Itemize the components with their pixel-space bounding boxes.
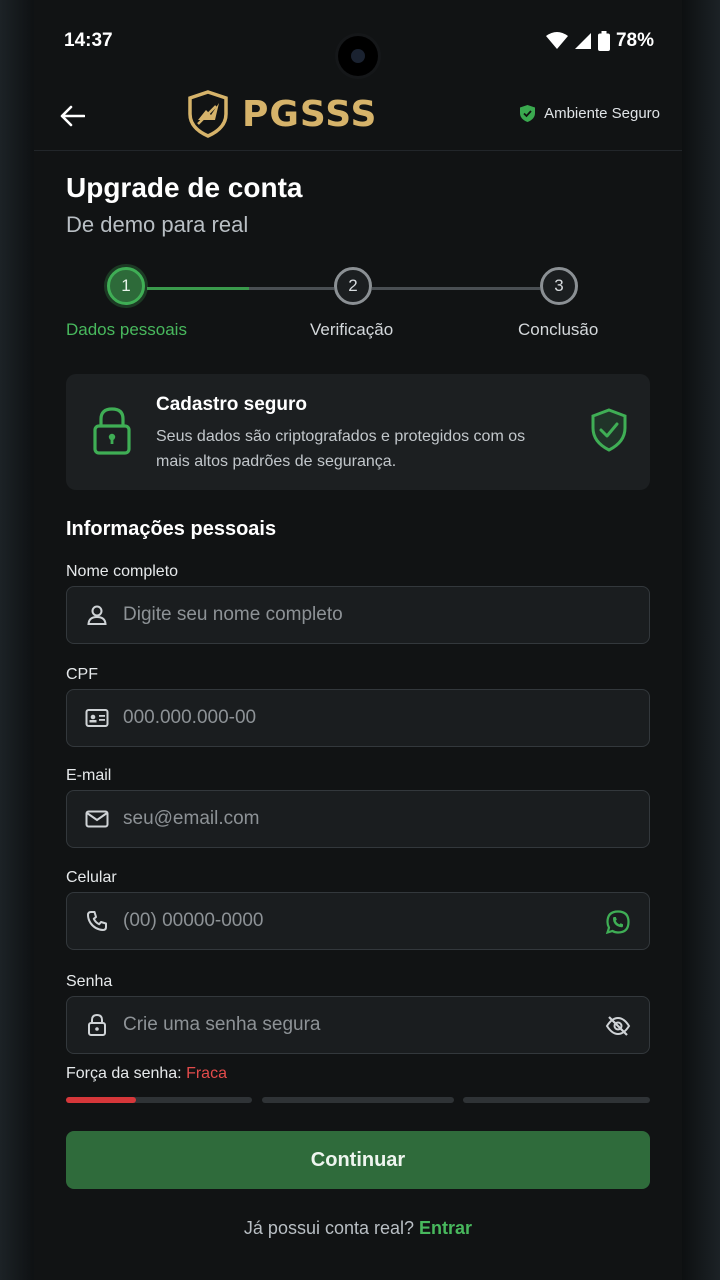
email-input[interactable]: [123, 791, 593, 847]
app-header: PGSSS Ambiente Seguro: [34, 80, 682, 151]
cpf-label: CPF: [66, 666, 98, 683]
name-label: Nome completo: [66, 563, 179, 580]
card-description: Seus dados são criptografados e protegid…: [156, 428, 526, 470]
eye-off-icon[interactable]: [605, 1013, 631, 1039]
strength-segment-1-fill: [66, 1097, 136, 1103]
page-title: Upgrade de conta: [66, 172, 303, 203]
wifi-icon: [545, 32, 568, 49]
shield-check-icon: [591, 408, 627, 452]
secure-environment-badge: Ambiente Seguro: [519, 104, 660, 123]
whatsapp-icon[interactable]: [605, 909, 631, 935]
status-time: 14:37: [64, 30, 113, 51]
front-camera: [338, 36, 378, 76]
phone-icon: [85, 909, 109, 933]
strength-meter: [66, 1097, 650, 1103]
back-button[interactable]: [54, 98, 90, 134]
secure-environment-label: Ambiente Seguro: [544, 105, 660, 122]
password-field-box: [66, 996, 650, 1054]
status-icons: 78%: [545, 30, 654, 52]
battery-icon: [597, 31, 610, 51]
mail-icon: [85, 807, 109, 831]
email-label: E-mail: [66, 767, 112, 784]
login-question: Já possui conta real?: [243, 1218, 415, 1238]
step-2-circle[interactable]: 2: [334, 267, 372, 305]
shield-check-icon: [520, 105, 536, 122]
password-label: Senha: [66, 973, 113, 990]
step-1-label: Dados pessoais: [66, 320, 187, 339]
strength-label: Força da senha:: [66, 1065, 182, 1082]
progress-stepper: 1 2 3 Dados pessoais Verificação Conclus…: [66, 265, 652, 345]
login-prompt: Já possui conta real? Entrar: [66, 1218, 650, 1239]
name-input[interactable]: [123, 587, 593, 643]
section-title: Informações pessoais: [66, 518, 277, 540]
lock-icon: [85, 1013, 109, 1037]
login-link[interactable]: Entrar: [419, 1218, 472, 1238]
id-card-icon: [85, 706, 109, 730]
cpf-field-box: [66, 689, 650, 747]
shield-logo-icon: [188, 90, 228, 138]
card-title: Cadastro seguro: [156, 394, 307, 415]
back-arrow-icon: [60, 105, 85, 127]
lock-icon: [93, 407, 131, 455]
step-3-circle[interactable]: 3: [540, 267, 578, 305]
brand-logo: PGSSS: [186, 90, 377, 138]
password-strength: Força da senha: Fraca: [66, 1065, 227, 1083]
phone-input[interactable]: [123, 893, 593, 949]
email-field-box: [66, 790, 650, 848]
step-2-label: Verificação: [310, 320, 394, 339]
strength-segment-2: [262, 1097, 454, 1103]
phone-label: Celular: [66, 869, 117, 886]
user-icon: [85, 603, 109, 627]
secure-registration-card: Cadastro seguro Seus dados são criptogra…: [66, 374, 650, 490]
step-connector-1-rest: [249, 287, 334, 290]
step-connector-1-active: [147, 287, 249, 290]
cpf-input[interactable]: [123, 690, 593, 746]
strength-segment-1: [66, 1097, 252, 1103]
step-connector-2: [372, 287, 540, 290]
strength-value: Fraca: [186, 1065, 227, 1082]
signal-icon: [574, 33, 591, 49]
page-subtitle: De demo para real: [66, 212, 249, 237]
step-1-circle[interactable]: 1: [107, 267, 145, 305]
password-input[interactable]: [123, 997, 593, 1053]
strength-segment-3: [463, 1097, 650, 1103]
phone-field-box: [66, 892, 650, 950]
continue-button[interactable]: Continuar: [66, 1131, 650, 1189]
name-field-box: [66, 586, 650, 644]
battery-level: 78%: [615, 30, 654, 51]
brand-name: PGSSS: [242, 93, 378, 135]
step-3-label: Conclusão: [518, 320, 599, 339]
